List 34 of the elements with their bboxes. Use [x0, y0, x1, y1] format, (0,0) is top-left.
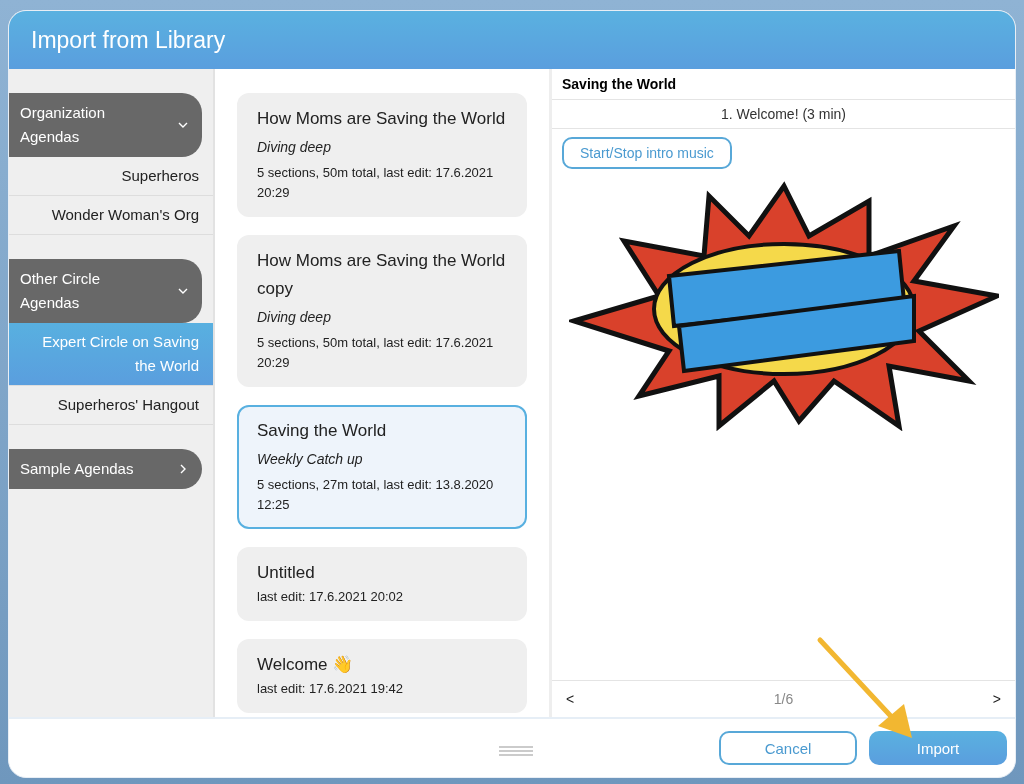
agenda-card[interactable]: Untitled last edit: 17.6.2021 20:02 [237, 547, 527, 621]
agenda-card[interactable]: Welcome 👋 last edit: 17.6.2021 19:42 [237, 639, 527, 713]
sidebar-item[interactable]: Superheros' Hangout [9, 386, 213, 425]
agenda-card[interactable]: Saving the World Weekly Catch up 5 sections, 27m total, last edit: 13.8.2020 12:25 [237, 405, 527, 529]
agenda-title: Welcome 👋 [257, 654, 355, 676]
preview-title: Saving the World [552, 69, 1015, 100]
next-button[interactable]: > [988, 689, 1005, 709]
section-title: 1. Welcome! (3 min) [552, 100, 1015, 129]
agenda-subtitle: Weekly Catch up [257, 450, 364, 469]
agenda-details: 5 sections, 27m total, last edit: 13.8.2020 12:25 [257, 476, 495, 514]
window-title: Import from Library [31, 26, 226, 54]
agenda-card[interactable]: How Moms are Saving the World Diving deep 5 sections, 50m total, last edit: 17.6.2021 20:29 [237, 93, 527, 217]
sidebar-item[interactable]: Wonder Woman's Org [9, 196, 213, 235]
chevron-icon [178, 464, 188, 474]
agenda-subtitle: Diving deep [257, 138, 332, 157]
agenda-subtitle: Diving deep [257, 308, 332, 327]
sidebar-item[interactable]: Superheros [9, 157, 213, 196]
page-indicator: 1/6 [773, 691, 794, 707]
agenda-title: Saving the World [257, 420, 388, 442]
drag-handle-icon[interactable] [499, 746, 533, 756]
agenda-card[interactable]: How Moms are Saving the World copy Diving deep 5 sections, 50m total, last edit: 17.6.2021 20:29 [237, 235, 527, 387]
previous-button[interactable]: < [562, 689, 579, 709]
chevron-icon [178, 120, 188, 130]
group-header[interactable]: Other Circle Agendas [9, 259, 202, 323]
agenda-details: last edit: 17.6.2021 19:42 [257, 680, 404, 698]
agenda-details: 5 sections, 50m total, last edit: 17.6.2021 20:29 [257, 334, 495, 372]
chevron-icon [178, 286, 188, 296]
group-header[interactable]: Sample Agendas [9, 449, 202, 489]
agenda-title: How Moms are Saving the World copy [257, 250, 507, 300]
agenda-details: 5 sections, 50m total, last edit: 17.6.2021 20:29 [257, 164, 495, 202]
agenda-title: How Moms are Saving the World [257, 108, 507, 130]
agenda-title: Untitled [257, 562, 316, 584]
agenda-details: last edit: 17.6.2021 20:02 [257, 588, 404, 606]
group-header[interactable]: Organization Agendas [9, 93, 202, 157]
